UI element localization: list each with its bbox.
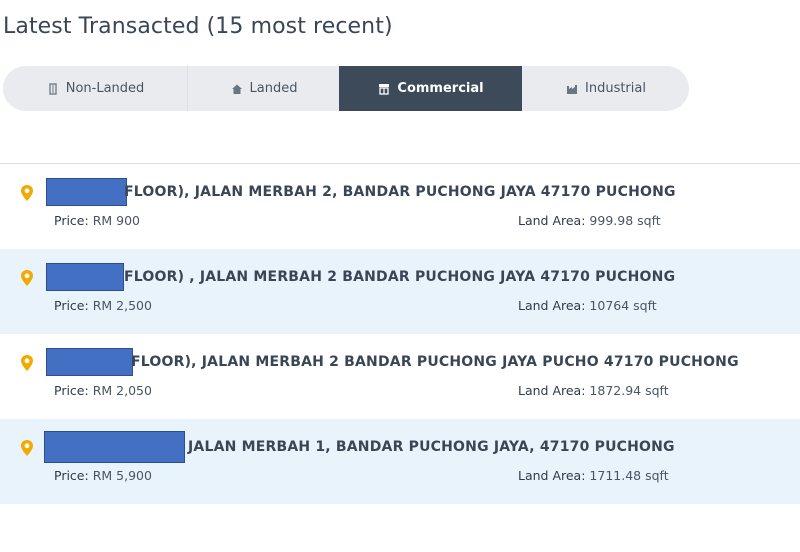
redacted-block <box>44 431 185 463</box>
land-area: Land Area: 10764 sqft <box>518 298 657 313</box>
price-value: RM 2,050 <box>92 383 152 398</box>
redacted-block <box>46 348 133 376</box>
area-value: 1711.48 sqft <box>589 468 669 483</box>
location-pin-icon <box>20 354 34 372</box>
page-title: Latest Transacted (15 most recent) <box>3 14 393 39</box>
tab-label: Commercial <box>397 81 484 96</box>
area-label: Land Area: <box>518 383 586 398</box>
area-label: Land Area: <box>518 298 586 313</box>
land-area: Land Area: 999.98 sqft <box>518 213 661 228</box>
factory-icon <box>565 82 579 96</box>
tab-commercial[interactable]: Commercial <box>339 66 522 111</box>
tab-label: Industrial <box>585 81 646 96</box>
price: Price: RM 2,050 <box>54 383 152 398</box>
price: Price: RM 900 <box>54 213 140 228</box>
tab-landed[interactable]: Landed <box>187 66 339 111</box>
property-type-tabs: Non-Landed Landed Commercial Industrial <box>3 66 689 111</box>
address: FLOOR), JALAN MERBAH 2 BANDAR PUCHONG JA… <box>131 354 739 370</box>
house-icon <box>230 82 244 96</box>
transaction-row[interactable]: FLOOR) , JALAN MERBAH 2 BANDAR PUCHONG J… <box>0 249 800 334</box>
price-label: Price: <box>54 383 89 398</box>
price-label: Price: <box>54 298 89 313</box>
price-value: RM 2,500 <box>92 298 152 313</box>
tab-non-landed[interactable]: Non-Landed <box>3 66 187 111</box>
area-value: 10764 sqft <box>589 298 657 313</box>
transaction-list: FLOOR), JALAN MERBAH 2, BANDAR PUCHONG J… <box>0 164 800 504</box>
price-value: RM 5,900 <box>92 468 152 483</box>
area-value: 999.98 sqft <box>589 213 661 228</box>
address: FLOOR), JALAN MERBAH 2, BANDAR PUCHONG J… <box>124 184 676 200</box>
price: Price: RM 5,900 <box>54 468 152 483</box>
building-icon <box>46 82 60 96</box>
land-area: Land Area: 1711.48 sqft <box>518 468 669 483</box>
address: JALAN MERBAH 1, BANDAR PUCHONG JAYA, 471… <box>188 439 675 455</box>
transaction-row[interactable]: JALAN MERBAH 1, BANDAR PUCHONG JAYA, 471… <box>0 419 800 504</box>
price: Price: RM 2,500 <box>54 298 152 313</box>
tab-industrial[interactable]: Industrial <box>522 66 689 111</box>
location-pin-icon <box>20 269 34 287</box>
land-area: Land Area: 1872.94 sqft <box>518 383 669 398</box>
price-value: RM 900 <box>92 213 141 228</box>
location-pin-icon <box>20 439 34 457</box>
redacted-block <box>46 178 127 206</box>
price-label: Price: <box>54 468 89 483</box>
area-label: Land Area: <box>518 213 586 228</box>
tab-label: Landed <box>249 81 298 96</box>
address: FLOOR) , JALAN MERBAH 2 BANDAR PUCHONG J… <box>124 269 676 285</box>
transaction-row[interactable]: FLOOR), JALAN MERBAH 2, BANDAR PUCHONG J… <box>0 164 800 249</box>
tab-label: Non-Landed <box>65 81 145 96</box>
transaction-row[interactable]: FLOOR), JALAN MERBAH 2 BANDAR PUCHONG JA… <box>0 334 800 419</box>
location-pin-icon <box>20 184 34 202</box>
redacted-block <box>46 263 124 291</box>
area-value: 1872.94 sqft <box>589 383 669 398</box>
shop-icon <box>377 82 391 96</box>
area-label: Land Area: <box>518 468 586 483</box>
price-label: Price: <box>54 213 89 228</box>
